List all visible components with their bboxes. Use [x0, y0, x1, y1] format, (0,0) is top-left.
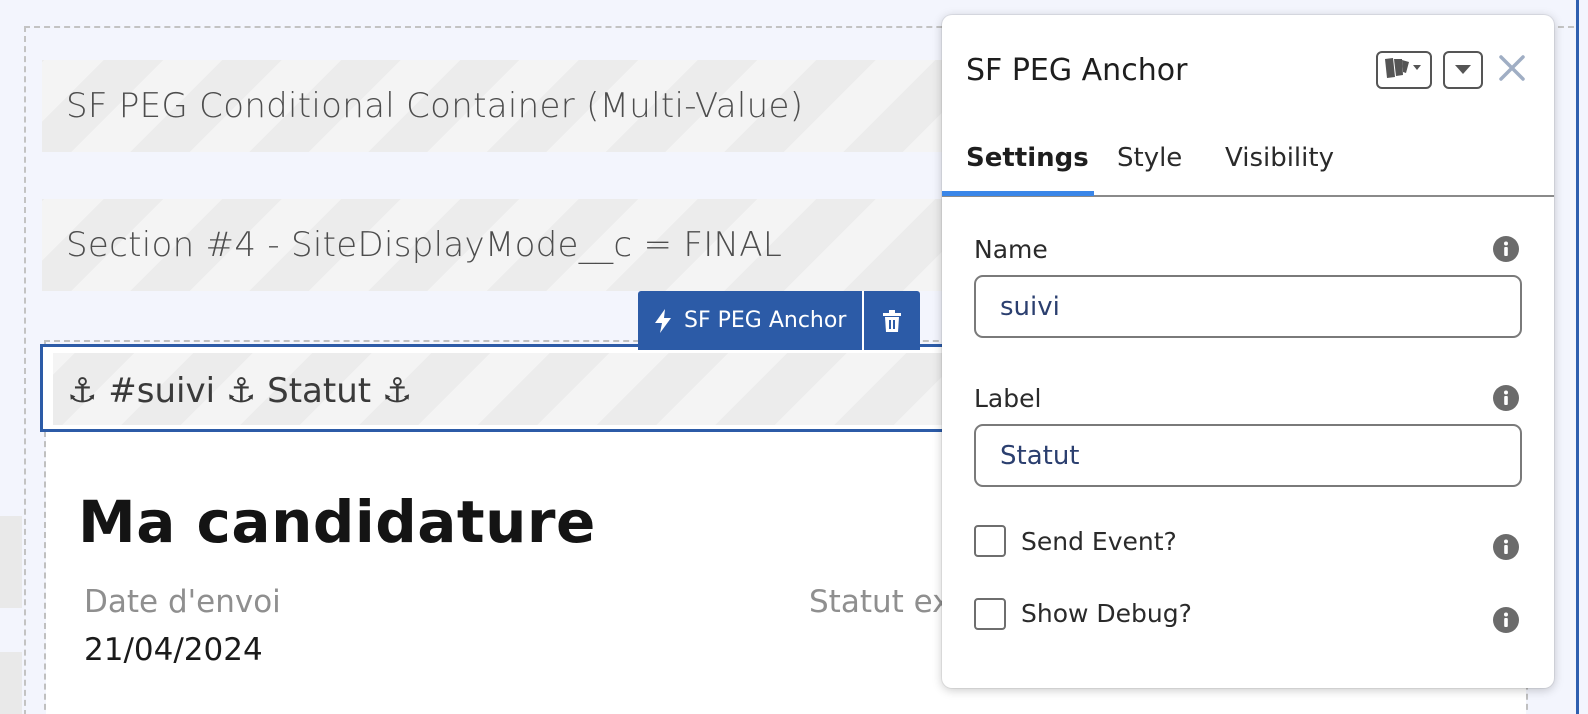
left-edge-strip	[0, 516, 22, 608]
field-value-date: 21/04/2024	[84, 632, 263, 668]
tab-settings[interactable]: Settings	[966, 143, 1089, 173]
send-event-checkbox[interactable]	[974, 525, 1006, 557]
label-input[interactable]	[974, 424, 1522, 487]
lightning-bolt-icon	[654, 308, 672, 333]
field-label-status: Statut ex	[809, 584, 951, 620]
name-input[interactable]	[974, 275, 1522, 338]
close-icon	[1499, 55, 1525, 85]
anchor-block-body: ⚓ #suivi ⚓ Statut ⚓	[53, 353, 953, 425]
trash-icon	[882, 309, 902, 333]
info-icon[interactable]	[1493, 385, 1519, 411]
conditional-container-label: SF PEG Conditional Container (Multi-Valu…	[66, 86, 804, 126]
block-variations-button[interactable]	[1376, 51, 1432, 89]
block-variations-icon	[1382, 55, 1426, 85]
panel-title: SF PEG Anchor	[966, 53, 1188, 88]
tab-style[interactable]: Style	[1117, 143, 1182, 173]
show-debug-label[interactable]: Show Debug?	[1021, 599, 1192, 628]
anchor-block-selected[interactable]: ⚓ #suivi ⚓ Statut ⚓	[40, 344, 970, 432]
info-icon[interactable]	[1493, 236, 1519, 262]
info-icon[interactable]	[1493, 607, 1519, 633]
section-label: Section #4 - SiteDisplayMode__c = FINAL	[66, 225, 783, 265]
tab-visibility[interactable]: Visibility	[1225, 143, 1334, 173]
panel-options-button[interactable]	[1443, 51, 1483, 89]
label-field-label: Label	[974, 384, 1042, 413]
left-edge-strip	[0, 652, 22, 714]
send-event-label[interactable]: Send Event?	[1021, 527, 1177, 556]
conditional-container-block[interactable]: SF PEG Conditional Container (Multi-Valu…	[42, 60, 962, 152]
active-tab-indicator	[942, 191, 1094, 196]
block-settings-panel: SF PEG Anchor Settings Style Visibility …	[942, 15, 1554, 688]
name-field-label: Name	[974, 235, 1048, 264]
block-type-button[interactable]: SF PEG Anchor	[638, 291, 863, 350]
panel-tabs: Settings Style Visibility	[942, 137, 1554, 197]
delete-block-button[interactable]	[864, 291, 921, 350]
block-type-label: SF PEG Anchor	[684, 308, 847, 333]
show-debug-checkbox[interactable]	[974, 598, 1006, 630]
page-heading: Ma candidature	[78, 488, 596, 556]
canvas-right-edge	[1576, 0, 1588, 714]
block-toolbar: SF PEG Anchor	[638, 291, 921, 350]
anchor-block-label: ⚓ #suivi ⚓ Statut ⚓	[67, 371, 413, 411]
section-block[interactable]: Section #4 - SiteDisplayMode__c = FINAL	[42, 199, 962, 291]
chevron-down-icon	[1453, 61, 1473, 80]
field-label-date: Date d'envoi	[84, 584, 281, 620]
close-panel-button[interactable]	[1495, 53, 1529, 87]
info-icon[interactable]	[1493, 534, 1519, 560]
